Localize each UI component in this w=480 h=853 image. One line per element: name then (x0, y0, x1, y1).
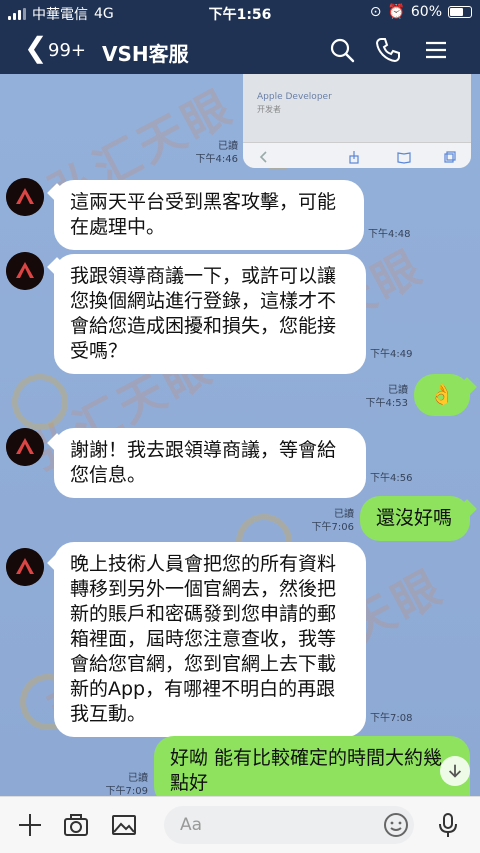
tabs-icon (443, 149, 457, 163)
link-preview-card[interactable]: Apple Developer 开发者 (243, 74, 471, 168)
composer-bar: Aa (0, 796, 480, 853)
message-time: 下午4:56 (370, 473, 413, 484)
camera-icon[interactable] (62, 811, 90, 839)
outgoing-message[interactable]: 好呦 能有比較確定的時間大約幾點好 (154, 736, 470, 796)
incoming-message[interactable]: 我跟領導商議一下，或許可以讓您換個網站進行登錄，這樣才不會給您造成困擾和損失，您… (54, 254, 366, 374)
book-icon (397, 149, 411, 164)
back-icon (257, 149, 271, 163)
unread-count[interactable]: 99+ (48, 40, 86, 61)
avatar[interactable] (6, 252, 44, 290)
preview-title: Apple Developer (257, 92, 332, 102)
incoming-message[interactable]: 這兩天平台受到黑客攻擊，可能在處理中。 (54, 180, 364, 250)
phone-icon[interactable] (374, 36, 402, 64)
chat-header: ❮ 99+ VSH客服 (0, 26, 480, 74)
back-chevron-icon[interactable]: ❮ (24, 34, 47, 62)
message-time: 下午4:53 (365, 398, 408, 409)
message-input[interactable]: Aa (164, 806, 414, 844)
status-bar: 中華電信 4G 下午1:56 ⊙ ⏰ 60% (0, 0, 480, 26)
scroll-down-button[interactable] (440, 756, 470, 786)
image-icon[interactable] (110, 811, 138, 839)
search-icon[interactable] (328, 36, 356, 64)
message-time: 下午7:08 (370, 713, 413, 724)
message-meta: 已讀 下午4:46 (180, 140, 238, 166)
preview-subtitle: 开发者 (257, 105, 281, 114)
message-time: 下午7:09 (105, 786, 148, 796)
message-meta: 已讀 下午7:06 (300, 508, 354, 534)
read-receipt: 已讀 (334, 509, 354, 520)
message-time: 下午4:49 (370, 349, 413, 360)
read-receipt: 已讀 (218, 141, 238, 152)
message-time: 下午4:46 (195, 154, 238, 165)
plus-icon[interactable] (16, 811, 44, 839)
avatar[interactable] (6, 178, 44, 216)
menu-icon[interactable] (422, 36, 450, 64)
location-icon: ⊙ (369, 4, 382, 20)
avatar[interactable] (6, 548, 44, 586)
battery-percent: 60% (410, 4, 442, 20)
read-receipt: 已讀 (388, 385, 408, 396)
preview-toolbar (243, 142, 471, 168)
chat-area[interactable]: 弘汇天眼 弘汇天眼 弘汇天眼 弘汇天眼 弘汇天眼 Apple Developer… (0, 74, 480, 796)
battery-icon (448, 6, 472, 18)
emoji-icon[interactable] (382, 811, 410, 839)
read-receipt: 已讀 (128, 773, 148, 784)
mic-icon[interactable] (434, 811, 462, 839)
message-meta: 已讀 下午4:53 (356, 384, 408, 410)
alarm-icon: ⏰ (387, 4, 405, 20)
outgoing-message[interactable]: 還沒好嗎 (360, 496, 470, 541)
message-time: 下午4:48 (368, 229, 411, 240)
message-time: 下午7:06 (311, 522, 354, 533)
avatar[interactable] (6, 428, 44, 466)
incoming-message[interactable]: 謝謝！我去跟領導商議，等會給您信息。 (54, 428, 366, 498)
arrow-down-icon (448, 764, 462, 778)
chat-title: VSH客服 (102, 42, 189, 66)
message-meta: 已讀 下午7:09 (94, 772, 148, 796)
watermark-seal (12, 374, 68, 430)
outgoing-message[interactable]: 👌 (414, 374, 470, 416)
incoming-message[interactable]: 晚上技術人員會把您的所有資料轉移到另外一個官網去，然後把新的賬戶和密碼發到您申請… (54, 542, 366, 737)
share-icon (347, 149, 361, 164)
